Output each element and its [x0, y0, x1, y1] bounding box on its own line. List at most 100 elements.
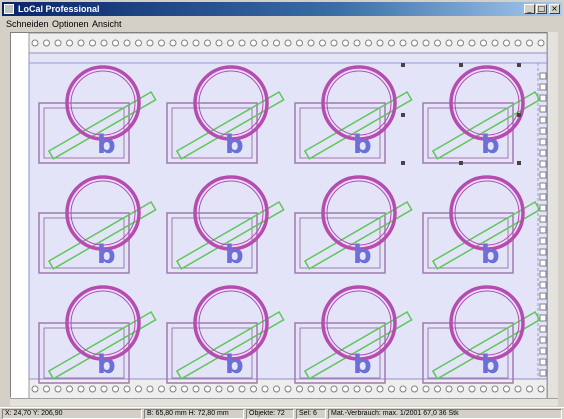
perforation-hole — [284, 39, 292, 47]
perforation-hole — [146, 39, 154, 47]
selection-handle — [401, 161, 405, 165]
edge-hole — [539, 325, 547, 333]
window-title: LoCal Professional — [18, 4, 100, 14]
close-button[interactable]: × — [549, 4, 560, 14]
selection-handle — [401, 113, 405, 117]
perforation-hole — [66, 39, 73, 47]
perforation-hole — [399, 385, 407, 393]
perforation-hole — [250, 39, 257, 47]
minimize-button[interactable]: _ — [524, 4, 535, 14]
perforation-hole — [491, 385, 499, 393]
edge-hole — [539, 160, 547, 168]
perforation-hole — [376, 39, 384, 47]
vertical-scrollbar[interactable] — [547, 32, 558, 398]
perforation-hole — [342, 385, 349, 393]
perforation-hole — [112, 39, 119, 47]
edge-hole — [539, 94, 547, 102]
edge-hole — [539, 347, 547, 355]
perforation-hole — [192, 39, 200, 47]
status-size: B: 65,80 mm H: 72,80 mm — [144, 409, 244, 419]
menu-optionen[interactable]: Optionen — [52, 17, 89, 31]
menu-schneiden[interactable]: Schneiden — [6, 17, 49, 31]
perforation-hole — [296, 385, 303, 393]
perforation-hole — [526, 385, 533, 393]
edge-hole — [539, 237, 547, 245]
perforation-hole — [66, 385, 73, 393]
perforation-hole — [514, 385, 522, 393]
perforation-hole — [227, 385, 234, 393]
perforation-hole — [434, 385, 441, 393]
perforation-hole — [411, 385, 418, 393]
app-window: LoCal Professional _ □ × Schneiden Optio… — [0, 0, 564, 419]
perforation-hole — [388, 385, 395, 393]
perforation-hole — [261, 385, 269, 393]
drawing-canvas[interactable]: b b b b b b b b b b b b — [11, 33, 547, 399]
perforation-hole — [273, 39, 280, 47]
perforation-hole — [296, 39, 303, 47]
status-material: Mat.-Verbrauch: max. 1/2001 67,0 36 Stk — [328, 409, 562, 419]
perforation-hole — [43, 385, 50, 393]
status-cursor: X: 24,70 Y: 206,90 — [2, 409, 142, 419]
perforation-hole — [376, 385, 384, 393]
title-bar[interactable]: LoCal Professional _ □ × — [2, 2, 562, 16]
status-bar: X: 24,70 Y: 206,90 B: 65,80 mm H: 72,80 … — [0, 407, 564, 419]
perforation-hole — [411, 39, 418, 47]
perforation-hole — [204, 385, 211, 393]
perforation-hole — [100, 39, 108, 47]
perforation-hole — [169, 39, 177, 47]
perforation-hole — [537, 385, 545, 393]
perforation-hole — [77, 385, 85, 393]
perforation-hole — [388, 39, 395, 47]
edge-hole — [539, 303, 547, 311]
edge-hole — [539, 358, 547, 366]
edge-hole — [539, 314, 547, 322]
edge-hole — [539, 127, 547, 135]
motif-letter: b — [353, 240, 372, 270]
selection-handle — [517, 161, 521, 165]
motif-letter: b — [97, 130, 116, 160]
perforation-hole — [434, 39, 441, 47]
perforation-hole — [330, 385, 338, 393]
perforation-hole — [365, 39, 372, 47]
window-app-icon[interactable] — [4, 4, 14, 14]
edge-hole — [539, 116, 547, 124]
menu-ansicht[interactable]: Ansicht — [92, 17, 122, 31]
perforation-hole — [181, 39, 188, 47]
edge-hole — [539, 193, 547, 201]
perforation-hole — [112, 385, 119, 393]
motif-letter: b — [481, 350, 500, 380]
perforation-hole — [537, 39, 545, 47]
perforation-hole — [146, 385, 154, 393]
perforation-hole — [422, 385, 430, 393]
motif-letter: b — [353, 350, 372, 380]
perforation-hole — [480, 39, 487, 47]
maximize-button[interactable]: □ — [536, 4, 547, 14]
motif-letter: b — [481, 130, 500, 160]
perforation-hole — [307, 385, 315, 393]
edge-hole — [539, 215, 547, 223]
motif-letter: b — [97, 350, 116, 380]
perforation-hole — [43, 39, 50, 47]
perforation-hole — [215, 39, 223, 47]
perforation-hole — [123, 39, 131, 47]
drawing-workspace[interactable]: b b b b b b b b b b b b — [10, 32, 556, 399]
perforation-hole — [77, 39, 85, 47]
perforation-hole — [169, 385, 177, 393]
perforation-hole — [514, 39, 522, 47]
edge-hole — [539, 83, 547, 91]
perforation-hole — [491, 39, 499, 47]
menu-bar: Schneiden Optionen Ansicht — [2, 17, 562, 31]
edge-hole — [539, 171, 547, 179]
perforation-hole — [89, 385, 96, 393]
motif-letter: b — [225, 240, 244, 270]
edge-hole — [539, 248, 547, 256]
perforation-hole — [54, 39, 62, 47]
perforation-hole — [238, 385, 246, 393]
perforation-hole — [135, 39, 142, 47]
perforation-hole — [204, 39, 211, 47]
perforation-hole — [227, 39, 234, 47]
edge-hole — [539, 149, 547, 157]
edge-hole — [539, 182, 547, 190]
horizontal-scrollbar[interactable] — [10, 398, 558, 406]
perforation-hole — [353, 385, 361, 393]
